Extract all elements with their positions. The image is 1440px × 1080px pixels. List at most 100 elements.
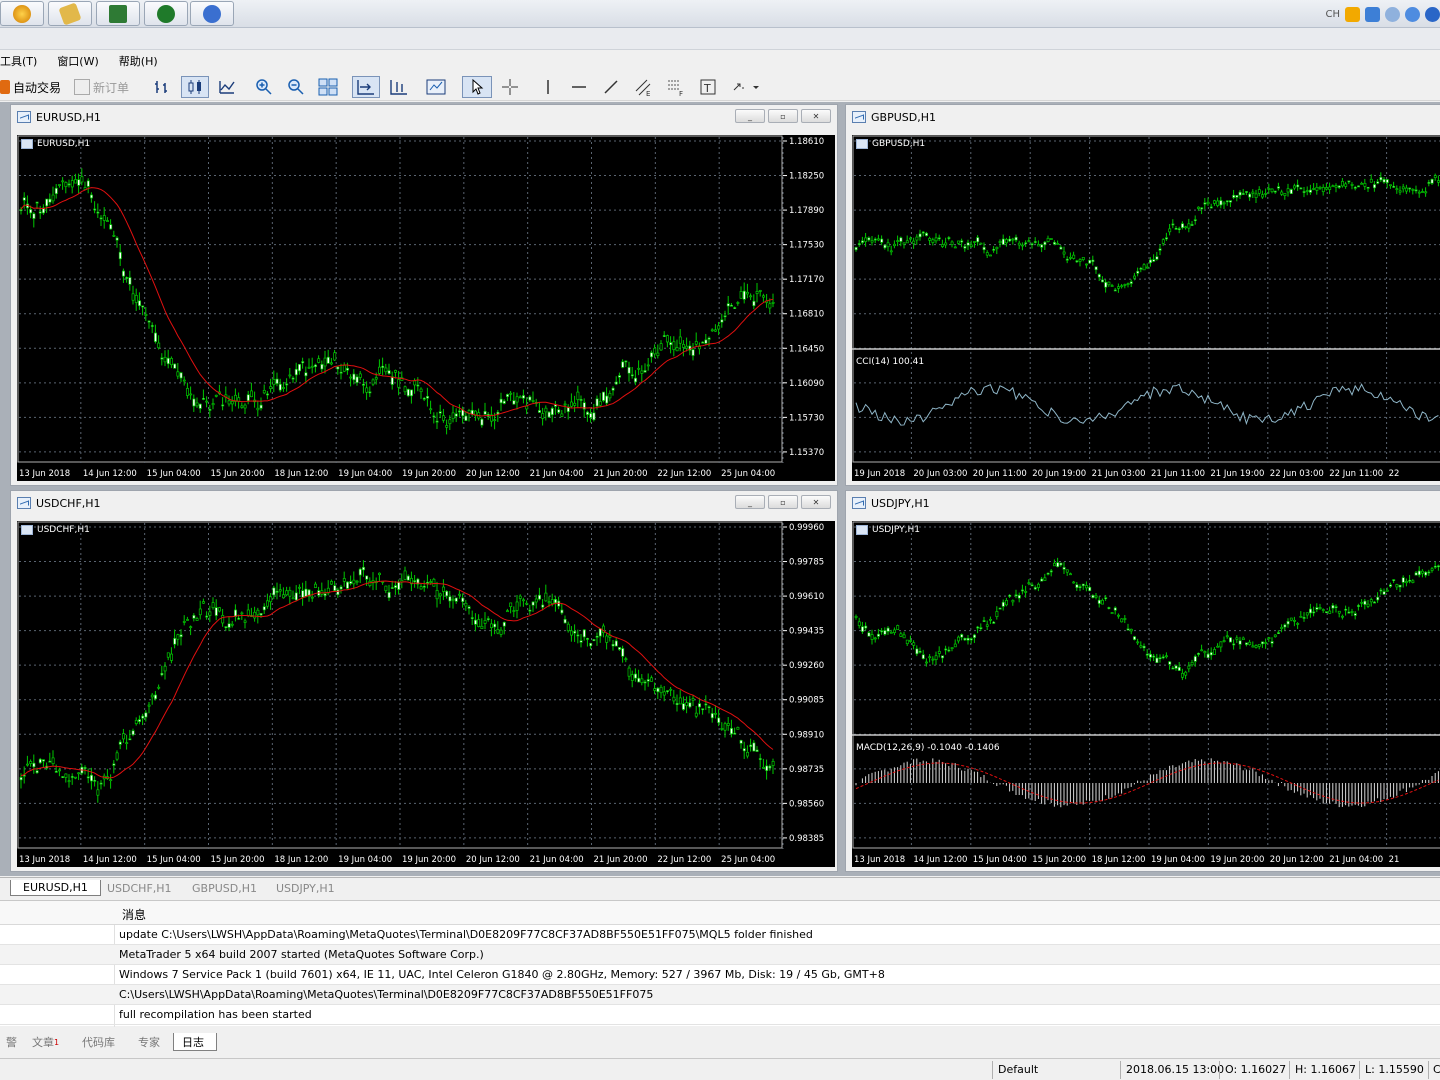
chart-tab-gbpusd[interactable]: GBPUSD,H1 (180, 880, 269, 896)
candle-body (1187, 223, 1191, 229)
auto-trading-button[interactable]: 自动交易 (0, 76, 61, 98)
tab-alerts[interactable]: 警 (0, 1033, 25, 1051)
window-title-bar[interactable]: EURUSD,H1 _ ▫ ✕ (11, 105, 837, 129)
settings-icon[interactable] (1405, 6, 1420, 22)
moon-icon[interactable] (1385, 6, 1400, 22)
price-chart-svg[interactable]: 1.18610 1.18250 1.17890 1.17530 1.17170 1.168… (17, 135, 835, 481)
trendline-button[interactable] (599, 76, 623, 98)
chart-canvas[interactable]: 13 Jun 2018 14 Jun 12:00 15 Jun 04:00 15 Ju… (852, 521, 1440, 867)
candle-body (710, 329, 714, 332)
time-axis-label: 19 Jun 04:00 (338, 855, 392, 865)
candle-body (605, 395, 609, 404)
candle-body (1248, 641, 1252, 645)
candle-body (320, 364, 324, 370)
horizontal-line-button[interactable] (567, 76, 591, 98)
window-title-bar[interactable]: USDJPY,H1 (846, 491, 1440, 515)
taskbar-app-button-5[interactable] (190, 1, 234, 26)
chart-shift-button[interactable] (387, 76, 411, 98)
candle-body (390, 587, 394, 589)
candle-body (1360, 182, 1364, 185)
chart-window-icon (852, 111, 866, 123)
candle-body (889, 631, 893, 634)
app-icon (157, 5, 175, 23)
candle-body (979, 242, 983, 245)
minimize-button[interactable]: _ (735, 109, 765, 123)
templates-button[interactable] (424, 76, 448, 98)
log-row[interactable]: Windows 7 Service Pack 1 (build 7601) x6… (0, 965, 1440, 985)
candle-body (1123, 284, 1127, 286)
candle-body (525, 405, 529, 410)
ime-icon[interactable] (1365, 6, 1380, 22)
log-row[interactable]: MetaTrader 5 x64 build 2007 started (Met… (0, 945, 1440, 965)
menu-window[interactable]: 窗口(W) (47, 53, 108, 69)
log-row[interactable]: full recompilation has been started (0, 1005, 1440, 1025)
crosshair-button[interactable] (498, 76, 522, 98)
menu-tools[interactable]: 工具(T) (0, 53, 47, 69)
line-chart-button[interactable] (215, 76, 239, 98)
help-icon[interactable] (1425, 6, 1440, 22)
chart-tab-usdjpy[interactable]: USDJPY,H1 (264, 880, 347, 896)
equidistant-channel-button[interactable]: E (630, 76, 656, 98)
price-chart-svg[interactable]: 0.99960 0.99785 0.99610 0.99435 0.99260 0.990… (17, 521, 835, 867)
price-chart-svg[interactable]: 19 Jun 2018 20 Jun 03:00 20 Jun 11:00 20 Ju… (852, 135, 1440, 481)
chart-tab-eurusd[interactable]: EURUSD,H1 (10, 880, 101, 896)
arrows-dropdown-button[interactable] (729, 76, 763, 98)
tab-code-base[interactable]: 代码库 (74, 1033, 123, 1051)
candle-body (921, 654, 925, 659)
candle-body (394, 370, 397, 373)
bing-icon[interactable] (1345, 6, 1360, 22)
minimize-button[interactable]: _ (735, 495, 765, 509)
candle-body (1341, 615, 1344, 618)
candle-body (147, 320, 151, 323)
taskbar-app-button-4[interactable] (144, 1, 188, 26)
cursor-button[interactable] (462, 76, 492, 98)
chart-canvas[interactable]: 0.99960 0.99785 0.99610 0.99435 0.99260 0.990… (17, 521, 835, 867)
candle-body (32, 762, 36, 768)
journal-header: 消息 (0, 901, 1440, 925)
window-title-bar[interactable]: USDCHF,H1 _ ▫ ✕ (11, 491, 837, 515)
price-chart-svg[interactable]: 13 Jun 2018 14 Jun 12:00 15 Jun 04:00 15 Ju… (852, 521, 1440, 867)
tab-journal[interactable]: 日志 (173, 1033, 217, 1051)
log-row[interactable]: C:\Users\LWSH\AppData\Roaming\MetaQuotes… (0, 985, 1440, 1005)
candlestick-button[interactable] (181, 76, 209, 98)
chart-canvas[interactable]: 19 Jun 2018 20 Jun 03:00 20 Jun 11:00 20 Ju… (852, 135, 1440, 481)
maximize-button[interactable]: ▫ (768, 495, 798, 509)
status-bar: Default 2018.06.15 13:00 O: 1.16027 H: 1… (0, 1058, 1440, 1080)
new-order-button[interactable]: 新订单 (74, 76, 129, 98)
taskbar-app-button-2[interactable] (48, 1, 92, 26)
candle-body (1065, 569, 1069, 573)
auto-scroll-button[interactable] (352, 76, 380, 98)
text-label-button[interactable]: T (696, 76, 720, 98)
candle-body (1251, 645, 1255, 648)
vertical-line-button[interactable] (536, 76, 560, 98)
zoom-in-button[interactable] (252, 76, 276, 98)
candle-body (509, 602, 513, 607)
candle-body (518, 396, 522, 399)
time-axis-label: 15 Jun 20:00 (211, 469, 265, 479)
candle-body (288, 589, 292, 597)
zoom-out-button[interactable] (284, 76, 308, 98)
language-indicator[interactable]: CH (1325, 9, 1340, 20)
chart-tab-usdchf[interactable]: USDCHF,H1 (95, 880, 184, 896)
fibonacci-button[interactable]: F (663, 76, 689, 98)
close-button[interactable]: ✕ (801, 495, 831, 509)
message-column-header[interactable]: 消息 (122, 906, 146, 923)
bar-chart-button[interactable] (150, 76, 174, 98)
candle-body (963, 246, 967, 249)
tab-articles[interactable]: 文章 1 (24, 1033, 67, 1051)
chart-canvas[interactable]: 1.18610 1.18250 1.17890 1.17530 1.17170 1.168… (17, 135, 835, 481)
tab-experts[interactable]: 专家 (130, 1033, 168, 1051)
maximize-button[interactable]: ▫ (768, 109, 798, 123)
menu-help[interactable]: 帮助(H) (109, 53, 168, 69)
candle-body (1075, 260, 1079, 263)
candle-body (285, 383, 289, 386)
taskbar-app-button-3[interactable] (96, 1, 140, 26)
candle-body (630, 374, 634, 377)
candle-body (330, 362, 333, 365)
close-button[interactable]: ✕ (801, 109, 831, 123)
tile-windows-button[interactable] (316, 76, 340, 98)
candle-body (51, 757, 55, 764)
log-row[interactable]: update C:\Users\LWSH\AppData\Roaming\Met… (0, 925, 1440, 945)
taskbar-app-button-1[interactable] (0, 1, 44, 26)
window-title-bar[interactable]: GBPUSD,H1 (846, 105, 1440, 129)
